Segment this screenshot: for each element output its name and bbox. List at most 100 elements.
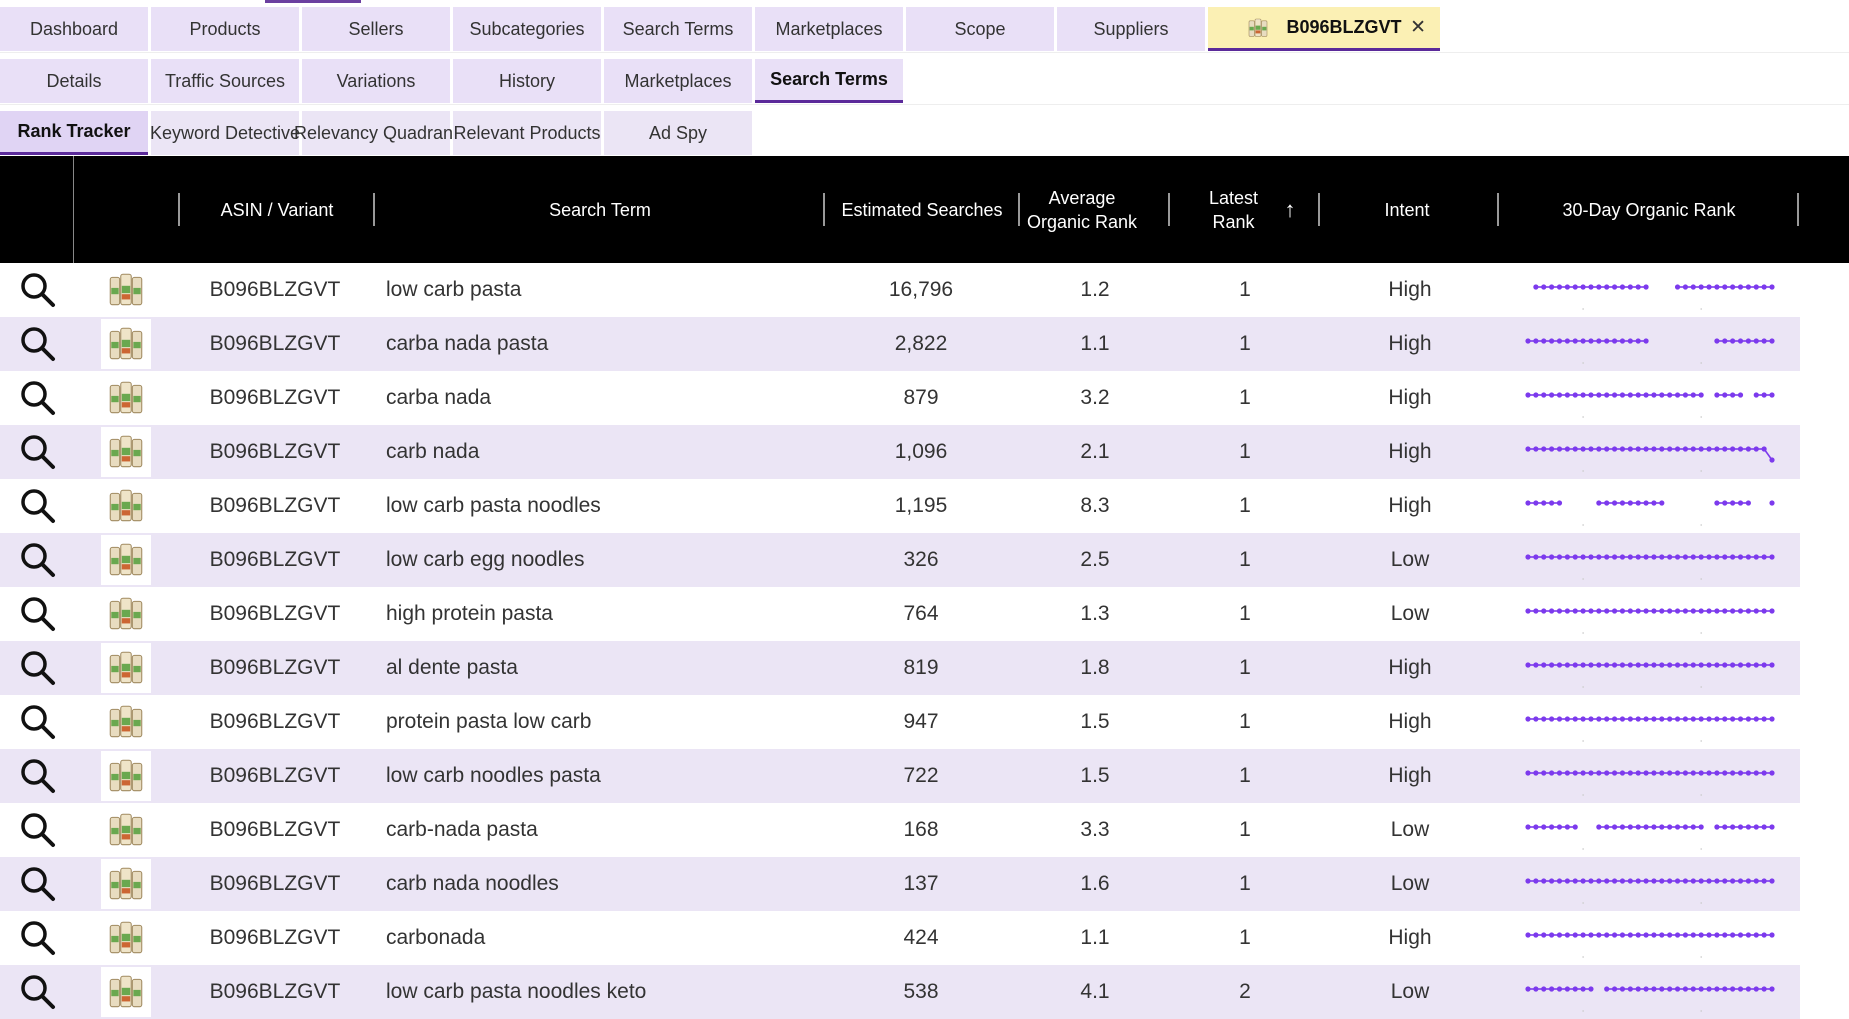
column-resizer[interactable] bbox=[178, 193, 180, 226]
header-intent[interactable]: Intent bbox=[1322, 156, 1492, 263]
column-resizer[interactable] bbox=[1497, 193, 1499, 226]
main-tab-products[interactable]: Products bbox=[151, 7, 299, 51]
organic-rank-sparkline[interactable] bbox=[1520, 479, 1790, 533]
latest-rank-cell: 1 bbox=[1239, 710, 1251, 733]
column-resizer[interactable] bbox=[373, 193, 375, 226]
product-thumbnail[interactable] bbox=[100, 371, 152, 425]
header-asin[interactable]: ASIN / Variant bbox=[182, 156, 372, 263]
average-rank-cell: 1.1 bbox=[1080, 332, 1110, 355]
main-tab-sellers[interactable]: Sellers bbox=[302, 7, 450, 51]
product-thumbnail[interactable] bbox=[100, 695, 152, 749]
close-icon[interactable]: ✕ bbox=[1410, 16, 1426, 39]
product-thumbnail[interactable] bbox=[100, 641, 152, 695]
column-resizer[interactable] bbox=[823, 193, 825, 226]
main-tab-scope[interactable]: Scope bbox=[906, 7, 1054, 51]
search-icon[interactable] bbox=[16, 263, 60, 317]
search-icon[interactable] bbox=[16, 965, 60, 1019]
asin-cell[interactable]: B096BLZGVT bbox=[175, 317, 375, 371]
detail-tab-history[interactable]: History bbox=[453, 59, 601, 103]
header-30-day-organic-rank[interactable]: 30-Day Organic Rank bbox=[1501, 156, 1797, 263]
product-thumbnail[interactable] bbox=[100, 317, 152, 371]
search-icon[interactable] bbox=[16, 587, 60, 641]
column-resizer[interactable] bbox=[1318, 193, 1320, 226]
asin-cell[interactable]: B096BLZGVT bbox=[175, 965, 375, 1019]
column-resizer[interactable] bbox=[1018, 193, 1020, 226]
header-average-organic-rank[interactable]: Average Organic Rank bbox=[1022, 156, 1142, 263]
detail-tab-variations[interactable]: Variations bbox=[302, 59, 450, 103]
tool-tab-ad-spy[interactable]: Ad Spy bbox=[604, 111, 752, 155]
main-tabs: Dashboard Products Sellers Subcategories Sea… bbox=[0, 7, 1443, 51]
product-thumbnail[interactable] bbox=[100, 803, 152, 857]
asin-cell[interactable]: B096BLZGVT bbox=[175, 641, 375, 695]
detail-tab-traffic-sources[interactable]: Traffic Sources bbox=[151, 59, 299, 103]
header-search-term[interactable]: Search Term bbox=[377, 156, 823, 263]
product-tab[interactable]: B096BLZGVT ✕ bbox=[1208, 7, 1440, 51]
organic-rank-sparkline[interactable] bbox=[1520, 587, 1790, 641]
organic-rank-sparkline[interactable] bbox=[1520, 371, 1790, 425]
main-tab-subcategories[interactable]: Subcategories bbox=[453, 7, 601, 51]
product-thumbnail[interactable] bbox=[100, 587, 152, 641]
organic-rank-sparkline[interactable] bbox=[1520, 263, 1790, 317]
column-resizer[interactable] bbox=[1797, 193, 1799, 226]
product-thumbnail[interactable] bbox=[100, 263, 152, 317]
latest-rank-cell: 1 bbox=[1239, 872, 1251, 895]
tool-tab-rank-tracker[interactable]: Rank Tracker bbox=[0, 111, 148, 155]
sort-ascending-icon[interactable]: ↑ bbox=[1285, 197, 1296, 222]
detail-tab-marketplaces[interactable]: Marketplaces bbox=[604, 59, 752, 103]
detail-tab-search-terms[interactable]: Search Terms bbox=[755, 59, 903, 103]
asin-cell[interactable]: B096BLZGVT bbox=[175, 803, 375, 857]
search-term-cell: carb nada noodles bbox=[386, 872, 559, 895]
search-icon[interactable] bbox=[16, 911, 60, 965]
organic-rank-sparkline[interactable] bbox=[1520, 425, 1790, 479]
header-latest-rank[interactable]: Latest Rank ↑ bbox=[1172, 156, 1322, 263]
search-icon[interactable] bbox=[16, 749, 60, 803]
product-thumbnail[interactable] bbox=[100, 857, 152, 911]
organic-rank-sparkline[interactable] bbox=[1520, 965, 1790, 1019]
average-rank-cell: 1.8 bbox=[1080, 656, 1110, 679]
asin-cell[interactable]: B096BLZGVT bbox=[175, 911, 375, 965]
asin-cell[interactable]: B096BLZGVT bbox=[175, 425, 375, 479]
organic-rank-sparkline[interactable] bbox=[1520, 317, 1790, 371]
main-tab-marketplaces[interactable]: Marketplaces bbox=[755, 7, 903, 51]
search-icon[interactable] bbox=[16, 317, 60, 371]
asin-cell[interactable]: B096BLZGVT bbox=[175, 479, 375, 533]
search-icon[interactable] bbox=[16, 803, 60, 857]
asin-cell[interactable]: B096BLZGVT bbox=[175, 695, 375, 749]
tool-tab-keyword-detective[interactable]: Keyword Detective bbox=[150, 111, 300, 155]
organic-rank-sparkline[interactable] bbox=[1520, 641, 1790, 695]
main-tab-suppliers[interactable]: Suppliers bbox=[1057, 7, 1205, 51]
asin-cell[interactable]: B096BLZGVT bbox=[175, 857, 375, 911]
search-icon[interactable] bbox=[16, 371, 60, 425]
asin-cell[interactable]: B096BLZGVT bbox=[175, 263, 375, 317]
search-icon[interactable] bbox=[16, 695, 60, 749]
tab-divider bbox=[0, 104, 1849, 105]
tool-tab-relevancy-quadrant[interactable]: Relevancy Quadrant bbox=[294, 111, 458, 155]
detail-tab-details[interactable]: Details bbox=[0, 59, 148, 103]
organic-rank-sparkline[interactable] bbox=[1520, 749, 1790, 803]
organic-rank-sparkline[interactable] bbox=[1520, 695, 1790, 749]
product-thumbnail[interactable] bbox=[100, 911, 152, 965]
product-thumbnail[interactable] bbox=[100, 749, 152, 803]
asin-cell[interactable]: B096BLZGVT bbox=[175, 371, 375, 425]
product-thumbnail[interactable] bbox=[100, 425, 152, 479]
organic-rank-sparkline[interactable] bbox=[1520, 533, 1790, 587]
search-icon[interactable] bbox=[16, 425, 60, 479]
asin-cell[interactable]: B096BLZGVT bbox=[175, 587, 375, 641]
search-icon[interactable] bbox=[16, 479, 60, 533]
search-icon[interactable] bbox=[16, 533, 60, 587]
organic-rank-sparkline[interactable] bbox=[1520, 857, 1790, 911]
main-tab-dashboard[interactable]: Dashboard bbox=[0, 7, 148, 51]
header-estimated-searches[interactable]: Estimated Searches bbox=[827, 156, 1017, 263]
search-icon[interactable] bbox=[16, 641, 60, 695]
organic-rank-sparkline[interactable] bbox=[1520, 911, 1790, 965]
search-icon[interactable] bbox=[16, 857, 60, 911]
main-tab-search-terms[interactable]: Search Terms bbox=[604, 7, 752, 51]
product-thumbnail[interactable] bbox=[100, 965, 152, 1019]
column-resizer[interactable] bbox=[1168, 193, 1170, 226]
tool-tab-relevant-products[interactable]: Relevant Products bbox=[453, 111, 601, 155]
asin-cell[interactable]: B096BLZGVT bbox=[175, 749, 375, 803]
organic-rank-sparkline[interactable] bbox=[1520, 803, 1790, 857]
asin-cell[interactable]: B096BLZGVT bbox=[175, 533, 375, 587]
product-thumbnail[interactable] bbox=[100, 533, 152, 587]
product-thumbnail[interactable] bbox=[100, 479, 152, 533]
